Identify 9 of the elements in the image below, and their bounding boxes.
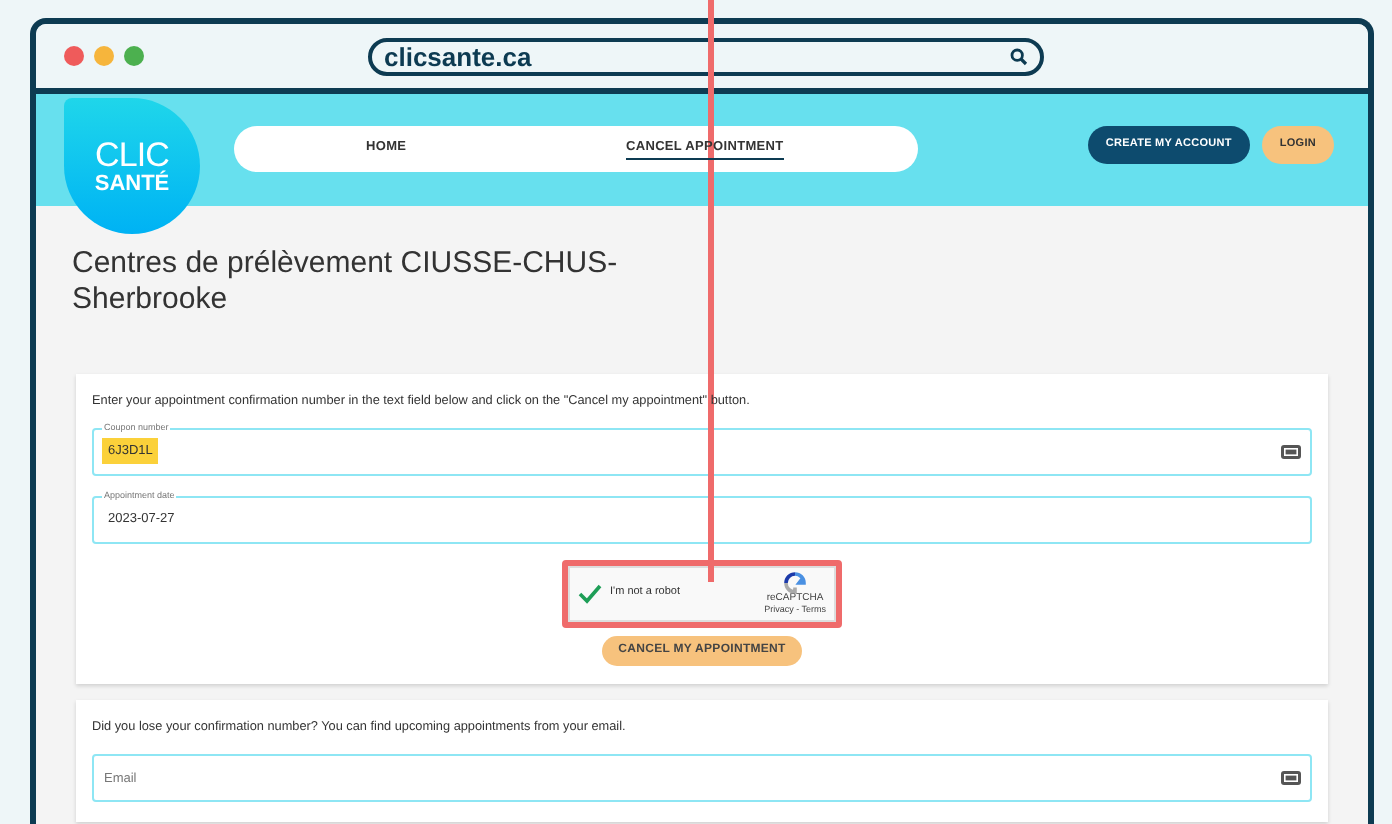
ticket-icon [1280, 770, 1302, 787]
logo-text: CLIC [94, 137, 170, 171]
checkmark-icon[interactable] [578, 583, 602, 604]
address-bar[interactable]: clicsante.ca [368, 38, 1044, 76]
logo-text: SANTÉ [94, 173, 170, 195]
url-text: clicsante.ca [384, 39, 532, 76]
search-icon[interactable] [1010, 48, 1028, 66]
page-heading: Centres de prélèvement CIUSSE-CHUS-Sherbrooke [72, 246, 620, 318]
captcha-logo-icon [784, 572, 807, 595]
